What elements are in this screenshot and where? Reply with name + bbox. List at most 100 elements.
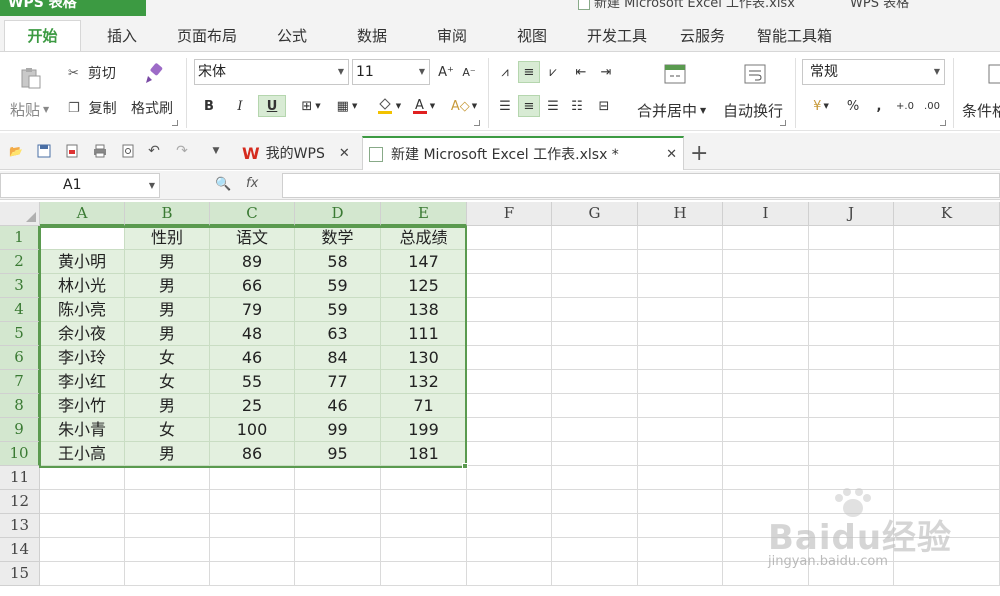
cell-b5[interactable]: 男 [125, 322, 210, 346]
cell-f4[interactable] [467, 298, 552, 322]
column-header-d[interactable]: D [295, 202, 381, 226]
cell-c9[interactable]: 100 [210, 418, 295, 442]
cell-e5[interactable]: 111 [381, 322, 467, 346]
cell-c14[interactable] [210, 538, 295, 562]
cell-d1[interactable]: 数学 [295, 226, 381, 250]
decrease-indent-button[interactable]: ⇤ [570, 61, 592, 83]
conditional-format-icon-button[interactable] [988, 64, 1000, 84]
cell-j14[interactable] [809, 538, 894, 562]
cell-f2[interactable] [467, 250, 552, 274]
cell-i10[interactable] [723, 442, 809, 466]
align-bottom-button[interactable]: ⩗ [542, 61, 564, 83]
column-header-e[interactable]: E [381, 202, 467, 226]
tab-my-wps[interactable]: W 我的WPS ✕ [236, 136, 356, 170]
cell-a9[interactable]: 朱小青 [40, 418, 125, 442]
tab-view[interactable]: 视图 [517, 25, 547, 46]
cell-a3[interactable]: 林小光 [40, 274, 125, 298]
paste-button[interactable] [20, 66, 46, 90]
cell-h8[interactable] [638, 394, 723, 418]
tab-page-layout[interactable]: 页面布局 [177, 25, 237, 46]
cell-b12[interactable] [125, 490, 210, 514]
cell-j10[interactable] [809, 442, 894, 466]
cell-c1[interactable]: 语文 [210, 226, 295, 250]
cell-j11[interactable] [809, 466, 894, 490]
cell-k2[interactable] [894, 250, 1000, 274]
cell-g1[interactable] [552, 226, 638, 250]
tab-formulas[interactable]: 公式 [277, 25, 307, 46]
cell-i7[interactable] [723, 370, 809, 394]
merge-center-button[interactable]: 合并居中 ▼ [637, 100, 706, 121]
cell-d5[interactable]: 63 [295, 322, 381, 346]
cell-j9[interactable] [809, 418, 894, 442]
column-header-k[interactable]: K [894, 202, 1000, 226]
cell-h15[interactable] [638, 562, 723, 586]
cell-a14[interactable] [40, 538, 125, 562]
cell-k8[interactable] [894, 394, 1000, 418]
number-launcher-icon[interactable] [940, 120, 946, 126]
row-header-6[interactable]: 6 [0, 346, 40, 370]
cell-e6[interactable]: 130 [381, 346, 467, 370]
row-header-12[interactable]: 12 [0, 490, 40, 514]
cell-k4[interactable] [894, 298, 1000, 322]
cell-f8[interactable] [467, 394, 552, 418]
cell-d2[interactable]: 58 [295, 250, 381, 274]
cell-a2[interactable]: 黄小明 [40, 250, 125, 274]
new-tab-button[interactable]: + [690, 136, 708, 170]
fx-button[interactable]: fx [246, 176, 258, 191]
cell-f12[interactable] [467, 490, 552, 514]
close-icon[interactable]: ✕ [339, 146, 350, 161]
cell-f15[interactable] [467, 562, 552, 586]
row-header-14[interactable]: 14 [0, 538, 40, 562]
cell-d7[interactable]: 77 [295, 370, 381, 394]
cell-g4[interactable] [552, 298, 638, 322]
cell-a13[interactable] [40, 514, 125, 538]
cell-f13[interactable] [467, 514, 552, 538]
cell-e4[interactable]: 138 [381, 298, 467, 322]
cell-e8[interactable]: 71 [381, 394, 467, 418]
distribute-button[interactable]: ⊟ [593, 95, 615, 117]
cell-f11[interactable] [467, 466, 552, 490]
number-format-select[interactable]: 常规 ▼ [802, 59, 945, 85]
paste-label[interactable]: 粘贴 ▼ [10, 99, 49, 120]
row-header-1[interactable]: 1 [0, 226, 40, 250]
cell-a7[interactable]: 李小红 [40, 370, 125, 394]
cell-a4[interactable]: 陈小亮 [40, 298, 125, 322]
cell-j1[interactable] [809, 226, 894, 250]
cell-h13[interactable] [638, 514, 723, 538]
formula-input[interactable] [282, 173, 1000, 198]
cell-i13[interactable] [723, 514, 809, 538]
cell-a1[interactable] [40, 226, 125, 250]
cell-k11[interactable] [894, 466, 1000, 490]
cell-h1[interactable] [638, 226, 723, 250]
cell-a12[interactable] [40, 490, 125, 514]
row-header-2[interactable]: 2 [0, 250, 40, 274]
cell-c7[interactable]: 55 [210, 370, 295, 394]
column-header-i[interactable]: I [723, 202, 809, 226]
row-header-11[interactable]: 11 [0, 466, 40, 490]
cell-k3[interactable] [894, 274, 1000, 298]
cell-b2[interactable]: 男 [125, 250, 210, 274]
cell-b1[interactable]: 性别 [125, 226, 210, 250]
print-preview-icon[interactable] [120, 143, 136, 159]
cell-f14[interactable] [467, 538, 552, 562]
cell-h2[interactable] [638, 250, 723, 274]
cell-d10[interactable]: 95 [295, 442, 381, 466]
cell-k14[interactable] [894, 538, 1000, 562]
cell-j8[interactable] [809, 394, 894, 418]
cell-h6[interactable] [638, 346, 723, 370]
shrink-font-button[interactable]: A⁻ [458, 61, 480, 83]
select-all-corner[interactable] [0, 202, 40, 226]
cell-j5[interactable] [809, 322, 894, 346]
row-header-4[interactable]: 4 [0, 298, 40, 322]
cell-k7[interactable] [894, 370, 1000, 394]
cell-c6[interactable]: 46 [210, 346, 295, 370]
align-left-button[interactable]: ☰ [494, 95, 516, 117]
cell-j2[interactable] [809, 250, 894, 274]
cell-c5[interactable]: 48 [210, 322, 295, 346]
cell-j12[interactable] [809, 490, 894, 514]
cell-g3[interactable] [552, 274, 638, 298]
cell-h9[interactable] [638, 418, 723, 442]
align-middle-button[interactable]: ≡ [518, 61, 540, 83]
cell-e3[interactable]: 125 [381, 274, 467, 298]
cell-b10[interactable]: 男 [125, 442, 210, 466]
